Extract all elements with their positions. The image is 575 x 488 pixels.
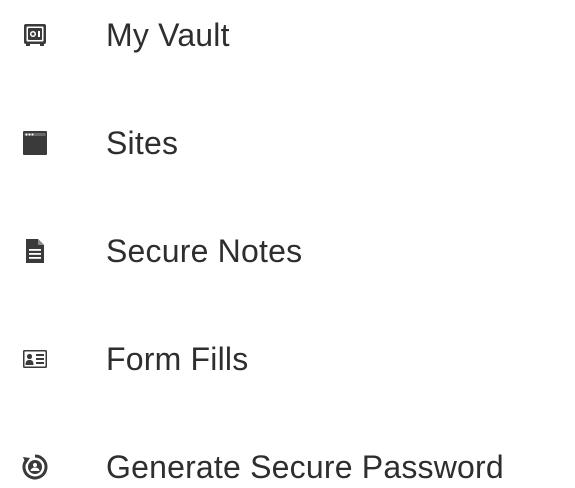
menu-item-sites[interactable]: Sites — [0, 108, 575, 178]
vault-icon — [22, 22, 48, 48]
menu-item-label: Secure Notes — [106, 233, 303, 269]
document-icon — [22, 238, 48, 264]
browser-window-icon — [22, 130, 48, 156]
menu-item-generate-secure-password[interactable]: Generate Secure Password — [0, 432, 575, 488]
password-generator-icon — [22, 454, 48, 480]
menu-item-form-fills[interactable]: Form Fills — [0, 324, 575, 394]
vault-menu: My Vault Sites Secure Notes Form Fills G… — [0, 0, 575, 488]
menu-item-my-vault[interactable]: My Vault — [0, 0, 575, 70]
menu-item-label: My Vault — [106, 17, 230, 53]
menu-item-label: Form Fills — [106, 341, 249, 377]
id-card-icon — [22, 346, 48, 372]
menu-item-label: Sites — [106, 125, 179, 161]
menu-item-secure-notes[interactable]: Secure Notes — [0, 216, 575, 286]
menu-item-label: Generate Secure Password — [106, 449, 504, 485]
